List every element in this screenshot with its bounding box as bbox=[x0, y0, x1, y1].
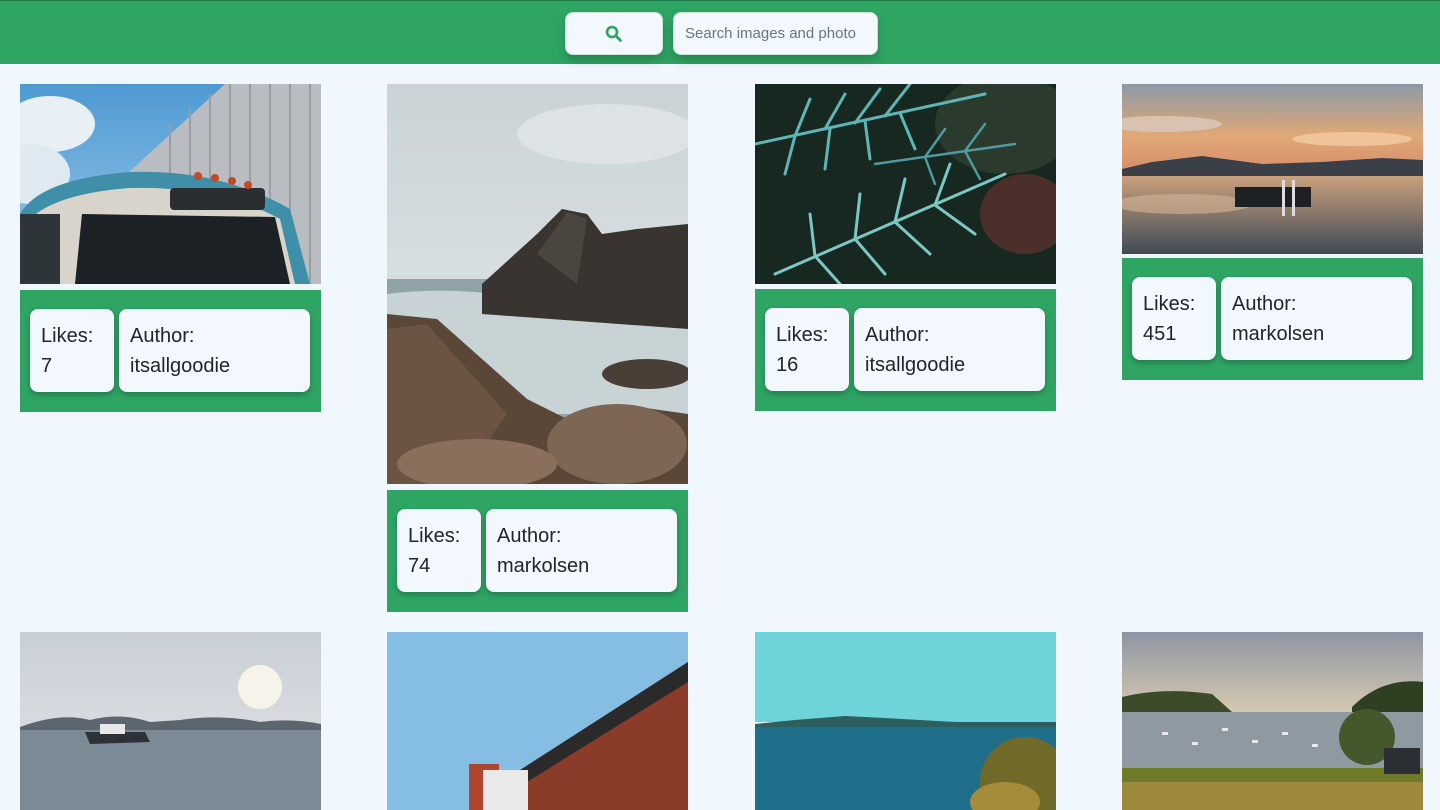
author-name[interactable]: markolsen bbox=[1232, 319, 1401, 349]
photo-image[interactable] bbox=[20, 632, 321, 810]
likes-badge: Likes: 74 bbox=[397, 509, 481, 592]
likes-count: 7 bbox=[41, 355, 53, 377]
photo-info-panel: Likes: 16 Author: itsallgoodie bbox=[755, 289, 1056, 411]
author-name[interactable]: itsallgoodie bbox=[865, 350, 1034, 380]
photo-info-panel: Likes: 7 Author: itsallgoodie bbox=[20, 290, 321, 412]
likes-count: 16 bbox=[776, 354, 799, 376]
likes-count: 451 bbox=[1143, 323, 1177, 345]
author-badge[interactable]: Author: markolsen bbox=[1221, 277, 1412, 360]
photo-image[interactable] bbox=[1122, 84, 1423, 254]
likes-badge: Likes: 451 bbox=[1132, 277, 1216, 360]
likes-badge: Likes: 7 bbox=[30, 309, 114, 392]
photo-image[interactable] bbox=[755, 84, 1056, 284]
photo-info-panel: Likes: 74 Author: markolsen bbox=[387, 490, 688, 612]
search-icon bbox=[605, 25, 622, 42]
author-label: Author: bbox=[130, 325, 195, 347]
author-label: Author: bbox=[1232, 293, 1297, 315]
photo-image[interactable] bbox=[20, 84, 321, 284]
likes-badge: Likes: 16 bbox=[765, 308, 849, 391]
likes-label: Likes: bbox=[41, 325, 94, 347]
likes-label: Likes: bbox=[1143, 293, 1196, 315]
search-button[interactable] bbox=[565, 12, 663, 55]
photo-image[interactable] bbox=[387, 84, 688, 484]
author-badge[interactable]: Author: itsallgoodie bbox=[119, 309, 310, 392]
search-input[interactable] bbox=[673, 12, 878, 55]
top-bar bbox=[0, 0, 1440, 64]
author-label: Author: bbox=[865, 324, 930, 346]
author-label: Author: bbox=[497, 525, 562, 547]
author-badge[interactable]: Author: itsallgoodie bbox=[854, 308, 1045, 391]
photo-image[interactable] bbox=[1122, 632, 1423, 810]
photo-info-panel: Likes: 451 Author: markolsen bbox=[1122, 258, 1423, 380]
author-badge[interactable]: Author: markolsen bbox=[486, 509, 677, 592]
likes-label: Likes: bbox=[408, 525, 461, 547]
photo-image[interactable] bbox=[387, 632, 688, 810]
author-name[interactable]: itsallgoodie bbox=[130, 351, 299, 381]
likes-label: Likes: bbox=[776, 324, 829, 346]
photo-image[interactable] bbox=[755, 632, 1056, 810]
author-name[interactable]: markolsen bbox=[497, 551, 666, 581]
likes-count: 74 bbox=[408, 555, 431, 577]
